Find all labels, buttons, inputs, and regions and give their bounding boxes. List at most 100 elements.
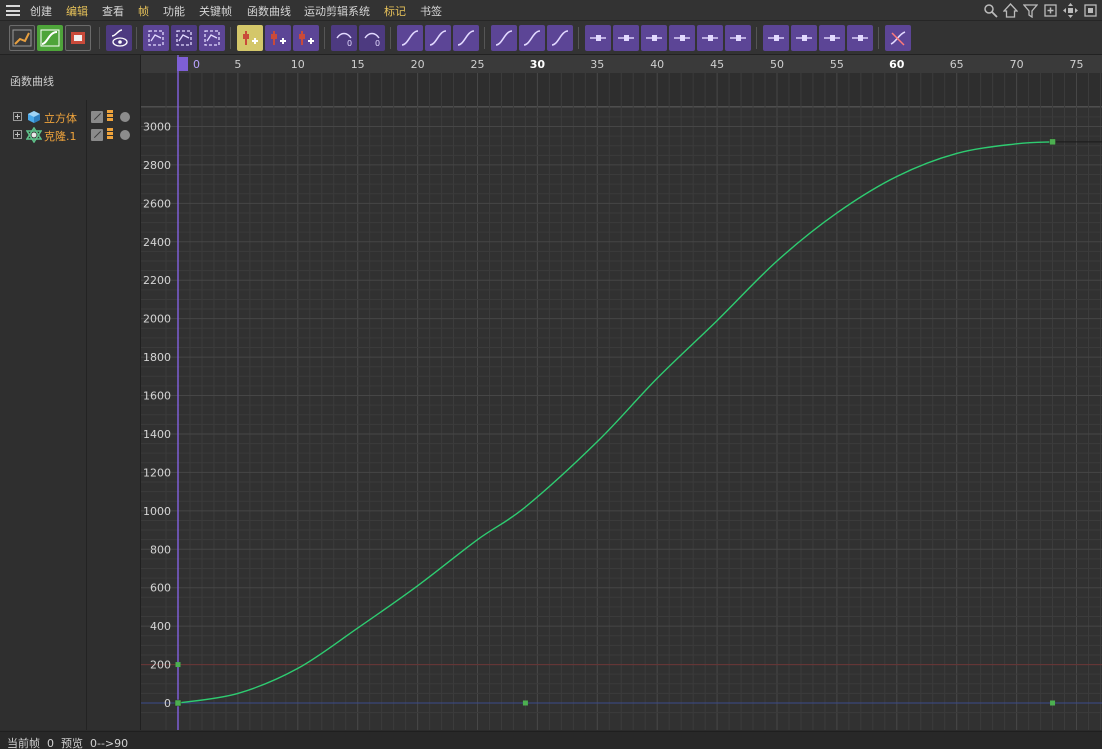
cube-object-icon xyxy=(26,109,42,125)
fcurve-eye-icon[interactable] xyxy=(106,25,132,51)
tangent-auto-icon[interactable] xyxy=(641,25,667,51)
menu-bar: 创建 编辑 查看帧功能 关键帧 函数曲线 运动剪辑系统 标记 书签 xyxy=(0,0,1102,21)
x-tick-label: 40 xyxy=(650,58,664,71)
keyframe[interactable] xyxy=(1049,138,1056,146)
spline-linear-icon[interactable] xyxy=(425,25,451,51)
key-marker[interactable] xyxy=(1050,700,1056,706)
hamburger-menu-icon[interactable] xyxy=(6,5,20,16)
keyframe[interactable] xyxy=(174,699,182,707)
object-label[interactable]: 立方体 xyxy=(44,110,77,126)
add-multi-key-icon[interactable] xyxy=(265,25,291,51)
y-tick-label: 2200 xyxy=(143,274,171,287)
motion-mode-icon[interactable] xyxy=(65,25,91,51)
x-tick-label: 55 xyxy=(830,58,844,71)
visibility-dot-icon[interactable] xyxy=(120,130,130,140)
y-tick-label: 2800 xyxy=(143,159,171,172)
expand-icon[interactable] xyxy=(13,112,22,121)
lock-tangent-icon[interactable] xyxy=(819,25,845,51)
menu-item[interactable]: 编辑 xyxy=(66,3,88,19)
tangent-lock-icon[interactable] xyxy=(697,25,723,51)
lock-time-icon[interactable] xyxy=(763,25,789,51)
x-tick-label: 50 xyxy=(770,58,784,71)
expand-icon[interactable] xyxy=(1083,3,1098,18)
x-tick-label: 30 xyxy=(530,58,546,71)
new-window-icon[interactable] xyxy=(1043,3,1058,18)
x-tick-label: 60 xyxy=(889,58,905,71)
menu-item[interactable]: 创建 xyxy=(30,3,52,19)
key-marker[interactable] xyxy=(522,700,528,706)
lock-length-icon[interactable] xyxy=(847,25,873,51)
ease-out-icon[interactable] xyxy=(547,25,573,51)
panel-title: 函数曲线 xyxy=(10,75,54,88)
frame-range-icon[interactable] xyxy=(199,25,225,51)
tangent-break-icon[interactable] xyxy=(669,25,695,51)
x-tick-label: 10 xyxy=(291,58,305,71)
fcurve-canvas[interactable]: 0200400600800100012001400160018002000220… xyxy=(141,55,1102,730)
frame-selected-icon[interactable] xyxy=(171,25,197,51)
toolbar-separator xyxy=(756,27,757,49)
key-marker[interactable] xyxy=(175,662,181,668)
tangent-zero-b-icon[interactable] xyxy=(613,25,639,51)
move-icon[interactable] xyxy=(1063,3,1078,18)
preview-value: 0-->90 xyxy=(90,737,129,749)
menu-item[interactable]: 运动剪辑系统 xyxy=(304,3,370,19)
menu-item[interactable]: 函数曲线 xyxy=(247,3,291,19)
zero-length-icon[interactable]: 0 xyxy=(359,25,385,51)
current-frame-marker[interactable] xyxy=(177,57,188,71)
toolbar-separator xyxy=(390,27,391,49)
menu-item[interactable]: 查看 xyxy=(102,3,124,19)
x-tick-label: 5 xyxy=(234,58,241,71)
home-icon[interactable] xyxy=(1002,3,1019,18)
current-frame-value: 0 xyxy=(47,737,54,749)
menu-item[interactable]: 标记 xyxy=(384,3,406,19)
toolbar-separator xyxy=(99,27,100,49)
object-label[interactable]: 克隆.1 xyxy=(44,128,77,144)
tangent-zero-a-icon[interactable] xyxy=(585,25,611,51)
remove-key-icon[interactable] xyxy=(293,25,319,51)
expand-icon[interactable] xyxy=(13,130,22,139)
fcurve-line[interactable] xyxy=(177,141,1053,704)
ease-in-icon[interactable] xyxy=(519,25,545,51)
svg-text:0: 0 xyxy=(347,39,352,48)
layer-tag-icon[interactable] xyxy=(107,110,113,123)
frame-all-icon[interactable] xyxy=(143,25,169,51)
fcurve-graph[interactable]: 0 200 400 600 800 1000 1200 1400 1600 1800 2000 220… xyxy=(141,55,1102,730)
layer-tag-icon[interactable] xyxy=(107,128,113,141)
edit-tag-icon[interactable] xyxy=(91,129,103,141)
x-tick-label: 15 xyxy=(351,58,365,71)
filter-icon[interactable] xyxy=(1022,3,1039,19)
cloner-object-icon xyxy=(25,126,43,144)
x-tick-label: 20 xyxy=(411,58,425,71)
object-row-cube[interactable]: 立方体 xyxy=(0,108,141,126)
muted-curve-icon[interactable] xyxy=(885,25,911,51)
x-tick-label: 70 xyxy=(1010,58,1024,71)
status-text: 当前帧 0 预览 0-->90 xyxy=(7,735,128,749)
visibility-dot-icon[interactable] xyxy=(120,112,130,122)
y-tick-label: 2000 xyxy=(143,313,171,326)
spline-step-icon[interactable] xyxy=(453,25,479,51)
toolbar-separator xyxy=(324,27,325,49)
x-tick-label: 35 xyxy=(590,58,604,71)
zero-angle-icon[interactable]: 0 xyxy=(331,25,357,51)
y-tick-label: 2600 xyxy=(143,197,171,210)
lock-value-icon[interactable] xyxy=(791,25,817,51)
current-frame-label: 0 xyxy=(193,58,200,71)
status-bar: 当前帧 0 预览 0-->90 xyxy=(0,731,1102,749)
object-row-cloner[interactable]: 克隆.1 xyxy=(0,126,141,144)
menu-item[interactable]: 帧 xyxy=(138,3,149,19)
fcurve-icon[interactable] xyxy=(37,25,63,51)
menu-item[interactable]: 功能 xyxy=(163,3,185,19)
ease-in-out-icon[interactable] xyxy=(491,25,517,51)
toolbar-separator xyxy=(484,27,485,49)
spline-ease-icon[interactable] xyxy=(397,25,423,51)
x-tick-label: 25 xyxy=(471,58,485,71)
menu-item[interactable]: 关键帧 xyxy=(199,3,232,19)
menu-item[interactable]: 书签 xyxy=(420,3,442,19)
dopesheet-icon[interactable] xyxy=(9,25,35,51)
x-tick-label: 65 xyxy=(950,58,964,71)
add-key-icon[interactable] xyxy=(237,25,263,51)
search-icon[interactable] xyxy=(983,3,998,18)
y-tick-label: 0 xyxy=(164,697,171,710)
edit-tag-icon[interactable] xyxy=(91,111,103,123)
tangent-unify-icon[interactable] xyxy=(725,25,751,51)
